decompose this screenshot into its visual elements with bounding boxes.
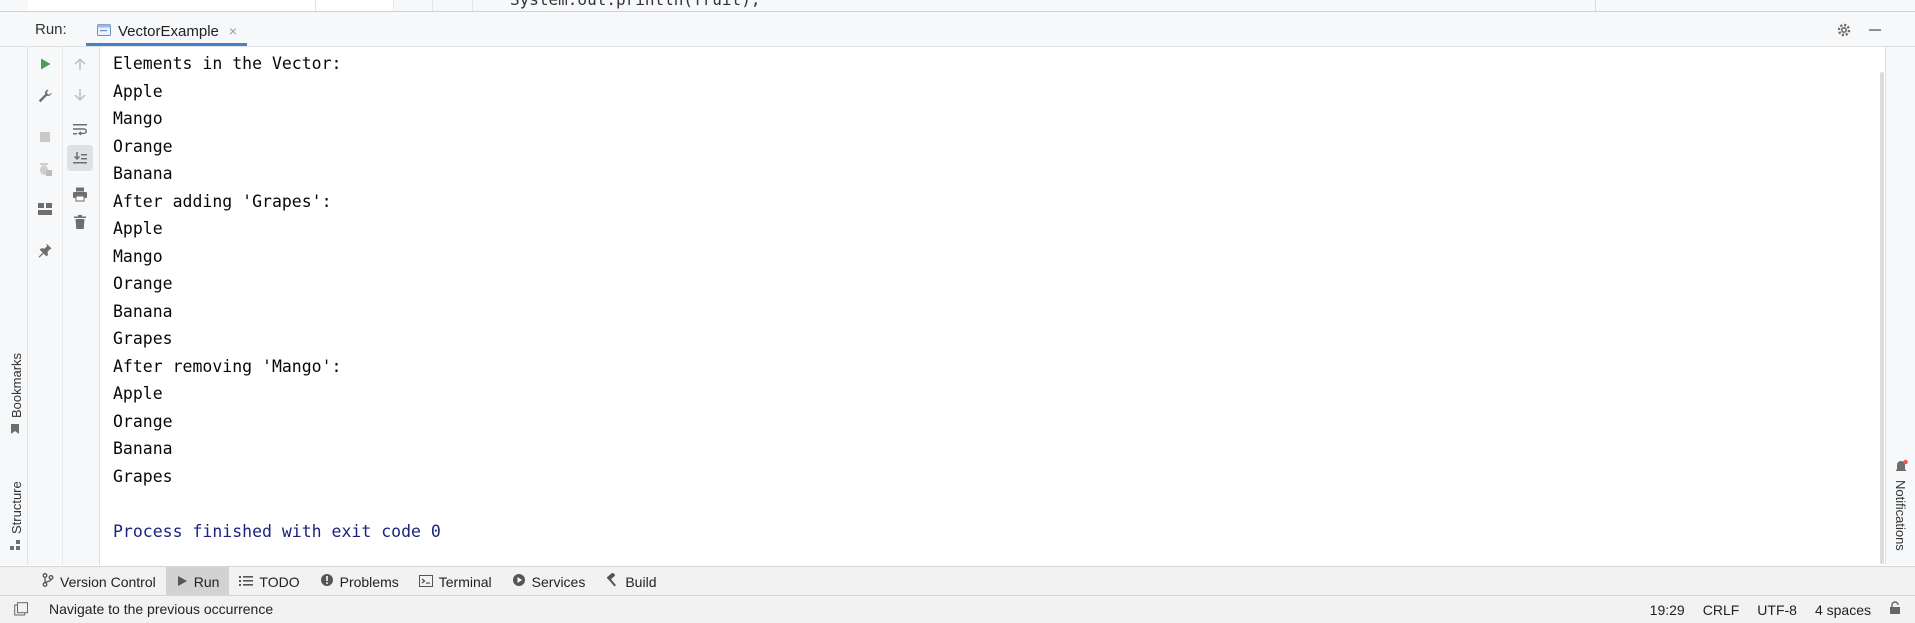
console-line: After adding 'Grapes': [113, 191, 332, 211]
editor-code-fragment: System.out.println(fruit); [510, 0, 760, 9]
tab-run[interactable]: Run [165, 567, 230, 596]
tab-title: VectorExample [118, 22, 219, 40]
right-tool-strip: Notifications [1885, 47, 1915, 565]
lock-icon[interactable] [1889, 601, 1901, 618]
console-output[interactable]: Elements in the Vector: Apple Mango Oran… [100, 47, 1880, 565]
scroll-to-end-icon[interactable] [67, 145, 93, 171]
structure-icon [9, 539, 24, 551]
tab-terminal[interactable]: Terminal [409, 567, 502, 596]
minimize-icon[interactable] [1865, 20, 1885, 40]
console-line: Mango [113, 109, 163, 128]
notifications-label: Notifications [1893, 480, 1908, 551]
console-line: Orange [113, 274, 173, 293]
tab-label: Version Control [60, 573, 156, 590]
structure-label: Structure [9, 481, 24, 534]
console-line: Apple [113, 81, 163, 101]
tool-window-bar: Version Control Run TODO Problems Termin… [0, 566, 1915, 596]
layout-icon[interactable] [32, 196, 58, 222]
arrow-up-icon[interactable] [67, 51, 93, 77]
run-toolbar-secondary [63, 47, 100, 565]
play-icon [176, 574, 188, 590]
run-panel-header: Run: VectorExample × [0, 12, 1915, 47]
console-line: Apple [113, 219, 163, 238]
console-line: Orange [113, 136, 173, 156]
stop-icon[interactable] [32, 124, 58, 150]
tab-label: Services [531, 573, 586, 590]
tab-vectorexample[interactable]: VectorExample × [86, 16, 248, 46]
console-lines: Elements in the Vector: Apple Mango Oran… [113, 50, 441, 545]
trash-icon[interactable] [67, 209, 93, 235]
console-line: Grapes [113, 466, 173, 486]
tab-label: Build [625, 573, 657, 590]
editor-strip: System.out.println(fruit); [0, 0, 1915, 12]
status-widgets: 19:29 CRLF UTF-8 4 spaces [1650, 596, 1915, 623]
tab-label: Run [193, 573, 220, 590]
soft-wrap-icon[interactable] [67, 116, 93, 142]
stop-debug-icon[interactable] [32, 156, 58, 182]
editor-gutter [28, 0, 394, 11]
console-line: Mango [113, 246, 163, 266]
tab-version-control[interactable]: Version Control [32, 567, 166, 596]
close-icon[interactable]: × [229, 23, 237, 39]
gutter-divider [432, 0, 433, 11]
tab-problems[interactable]: Problems [310, 567, 409, 596]
status-bar: Navigate to the previous occurrence 19:2… [0, 595, 1915, 623]
print-icon[interactable] [67, 181, 93, 207]
status-message: Navigate to the previous occurrence [49, 601, 274, 617]
console-line: Grapes [113, 329, 173, 348]
caret-position[interactable]: 19:29 [1650, 602, 1685, 618]
list-icon [239, 574, 254, 590]
notifications-tool-tab[interactable]: Notifications [1893, 480, 1908, 551]
console-tab-icon [96, 22, 112, 41]
process-finished-line: Process finished with exit code 0 [113, 521, 441, 541]
tool-windows-toggle-icon[interactable] [14, 602, 28, 619]
tab-todo[interactable]: TODO [229, 567, 309, 596]
run-toolbar-primary [28, 47, 63, 565]
branch-icon [42, 573, 54, 590]
hammer-icon [605, 572, 619, 590]
terminal-icon [418, 574, 433, 590]
run-label: Run: [35, 21, 67, 38]
tab-services[interactable]: Services [502, 567, 596, 596]
info-icon [320, 573, 334, 590]
console-line: Apple [113, 384, 163, 403]
settings-gear-icon[interactable] [1834, 20, 1854, 40]
file-encoding[interactable]: UTF-8 [1757, 602, 1797, 618]
wrench-icon[interactable] [32, 83, 58, 109]
left-tool-strip: Bookmarks Structure [0, 47, 28, 565]
tab-label: Terminal [438, 573, 492, 590]
console-line: Banana [113, 164, 173, 183]
console-line: Banana [113, 439, 173, 458]
bookmarks-tool-tab[interactable]: Bookmarks [9, 353, 24, 435]
rerun-play-icon[interactable] [32, 51, 58, 77]
arrow-down-icon[interactable] [67, 82, 93, 108]
active-tab-indicator [86, 43, 248, 46]
bookmarks-label: Bookmarks [9, 352, 24, 418]
console-line: Elements in the Vector: [113, 54, 342, 73]
gutter-divider [472, 0, 473, 11]
tab-label: Problems [339, 573, 399, 590]
console-scrollbar[interactable] [1880, 72, 1884, 564]
indent-setting[interactable]: 4 spaces [1815, 602, 1871, 618]
gutter-divider [315, 0, 316, 11]
tab-label: TODO [259, 573, 300, 590]
tab-build[interactable]: Build [595, 567, 666, 596]
structure-tool-tab[interactable]: Structure [9, 481, 24, 551]
console-line: After removing 'Mango': [113, 356, 342, 376]
services-icon [512, 573, 526, 590]
bookmark-icon [9, 423, 24, 435]
editor-right-pane [1595, 0, 1915, 11]
console-line: Banana [113, 301, 173, 321]
line-separator[interactable]: CRLF [1703, 602, 1740, 618]
notification-bell-icon[interactable] [1893, 459, 1909, 478]
console-line: Orange [113, 411, 173, 431]
pin-icon[interactable] [32, 237, 58, 263]
